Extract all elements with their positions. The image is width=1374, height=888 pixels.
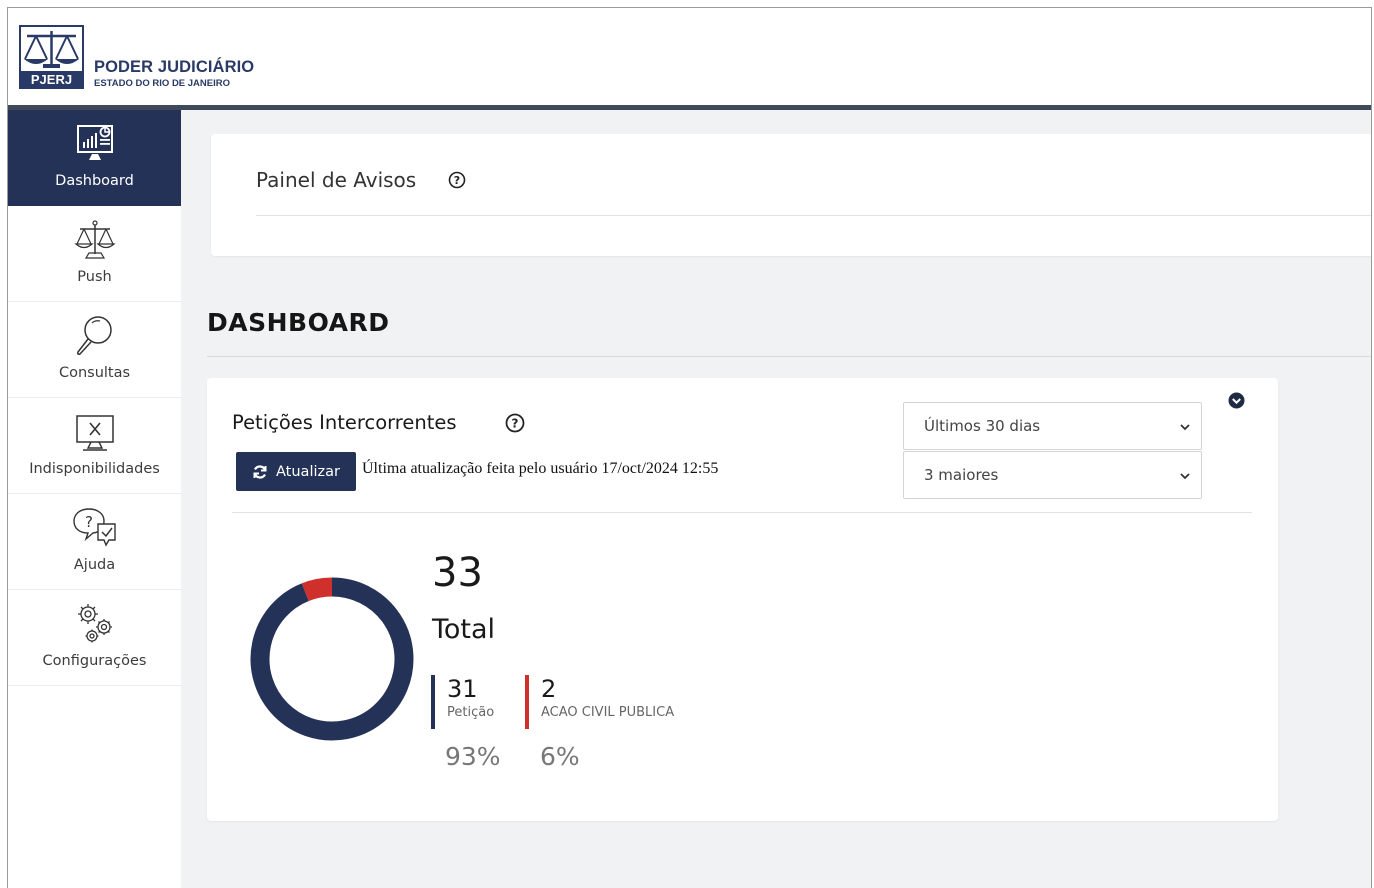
sidebar-item-push[interactable]: Push [8, 206, 181, 302]
legend-label: ACAO CIVIL PUBLICA [541, 705, 675, 720]
pjerj-logo: PJERJ [19, 25, 84, 89]
header: PJERJ PODER JUDICIÁRIO ESTADO DO RIO DE … [8, 8, 1371, 105]
sidebar-item-label: Ajuda [73, 557, 116, 573]
chevron-down-icon [1180, 424, 1190, 431]
dashboard-icon [76, 125, 113, 160]
period-select[interactable]: Últimos 30 dias [903, 402, 1202, 450]
avisos-title: Painel de Avisos [256, 168, 417, 192]
chevron-down-icon[interactable] [1228, 392, 1245, 409]
top-n-select[interactable]: 3 maiores [903, 451, 1202, 499]
legend-item-peticao: 31 Petição [431, 675, 494, 729]
gears-icon [77, 604, 112, 643]
monitor-x-icon [75, 415, 114, 451]
donut-chart [250, 577, 414, 741]
sidebar-item-label: Push [77, 269, 112, 285]
total-label: Total [432, 614, 496, 645]
donut-slice-peticao [250, 577, 414, 741]
legend-label: Petição [447, 705, 495, 720]
legend-percent: 93% [445, 742, 501, 771]
divider [256, 215, 1371, 216]
help-chat-icon: ? [72, 508, 116, 547]
widget-title: Petições Intercorrentes [232, 411, 457, 434]
svg-text:PJERJ: PJERJ [31, 72, 72, 87]
sidebar-item-configuracoes[interactable]: Configurações [8, 590, 181, 686]
sidebar-item-dashboard[interactable]: Dashboard [8, 110, 181, 206]
legend-item-acao-civil-publica: 2 ACAO CIVIL PUBLICA [525, 675, 674, 729]
sidebar-item-label: Consultas [58, 365, 131, 381]
select-value: Últimos 30 dias [924, 417, 1041, 435]
refresh-label: Atualizar [276, 463, 340, 480]
sidebar: Dashboard Push Consultas Indisponibilida… [8, 110, 181, 888]
app-frame: PJERJ PODER JUDICIÁRIO ESTADO DO RIO DE … [7, 7, 1372, 888]
page-title: DASHBOARD [207, 308, 390, 337]
select-value: 3 maiores [924, 466, 999, 484]
legend-percent: 6% [540, 742, 580, 771]
refresh-icon [253, 464, 267, 479]
sidebar-item-label: Configurações [42, 653, 147, 669]
chevron-down-icon [1180, 473, 1190, 480]
main-content: Painel de Avisos ? DASHBOARD Petições In… [181, 110, 1371, 888]
donut-slice-acao-civil-publica [301, 577, 333, 602]
last-update-text: Última atualização feita pelo usuário 17… [362, 460, 719, 477]
help-icon[interactable]: ? [504, 412, 526, 434]
magnifier-icon [76, 316, 112, 355]
legend-value: 2 [541, 675, 557, 703]
brand-title: PODER JUDICIÁRIO [94, 58, 255, 76]
refresh-button[interactable]: Atualizar [236, 452, 356, 491]
divider [207, 356, 1371, 357]
peticoes-widget: Petições Intercorrentes ? Atualizar Últi… [207, 378, 1278, 821]
sidebar-item-indisponibilidades[interactable]: Indisponibilidades [8, 398, 181, 494]
brand-subtitle: ESTADO DO RIO DE JANEIRO [94, 78, 231, 89]
avisos-panel: Painel de Avisos ? [211, 134, 1371, 256]
divider [232, 512, 1252, 513]
svg-text:?: ? [85, 513, 93, 531]
legend-value: 31 [447, 675, 478, 703]
scales-icon [73, 220, 116, 259]
svg-text:?: ? [512, 417, 519, 431]
sidebar-item-ajuda[interactable]: ? Ajuda [8, 494, 181, 590]
svg-text:?: ? [454, 174, 460, 187]
sidebar-item-consultas[interactable]: Consultas [8, 302, 181, 398]
sidebar-item-label: Dashboard [55, 173, 134, 189]
total-value: 33 [432, 550, 483, 596]
help-icon[interactable]: ? [447, 170, 467, 190]
sidebar-item-label: Indisponibilidades [29, 461, 160, 477]
